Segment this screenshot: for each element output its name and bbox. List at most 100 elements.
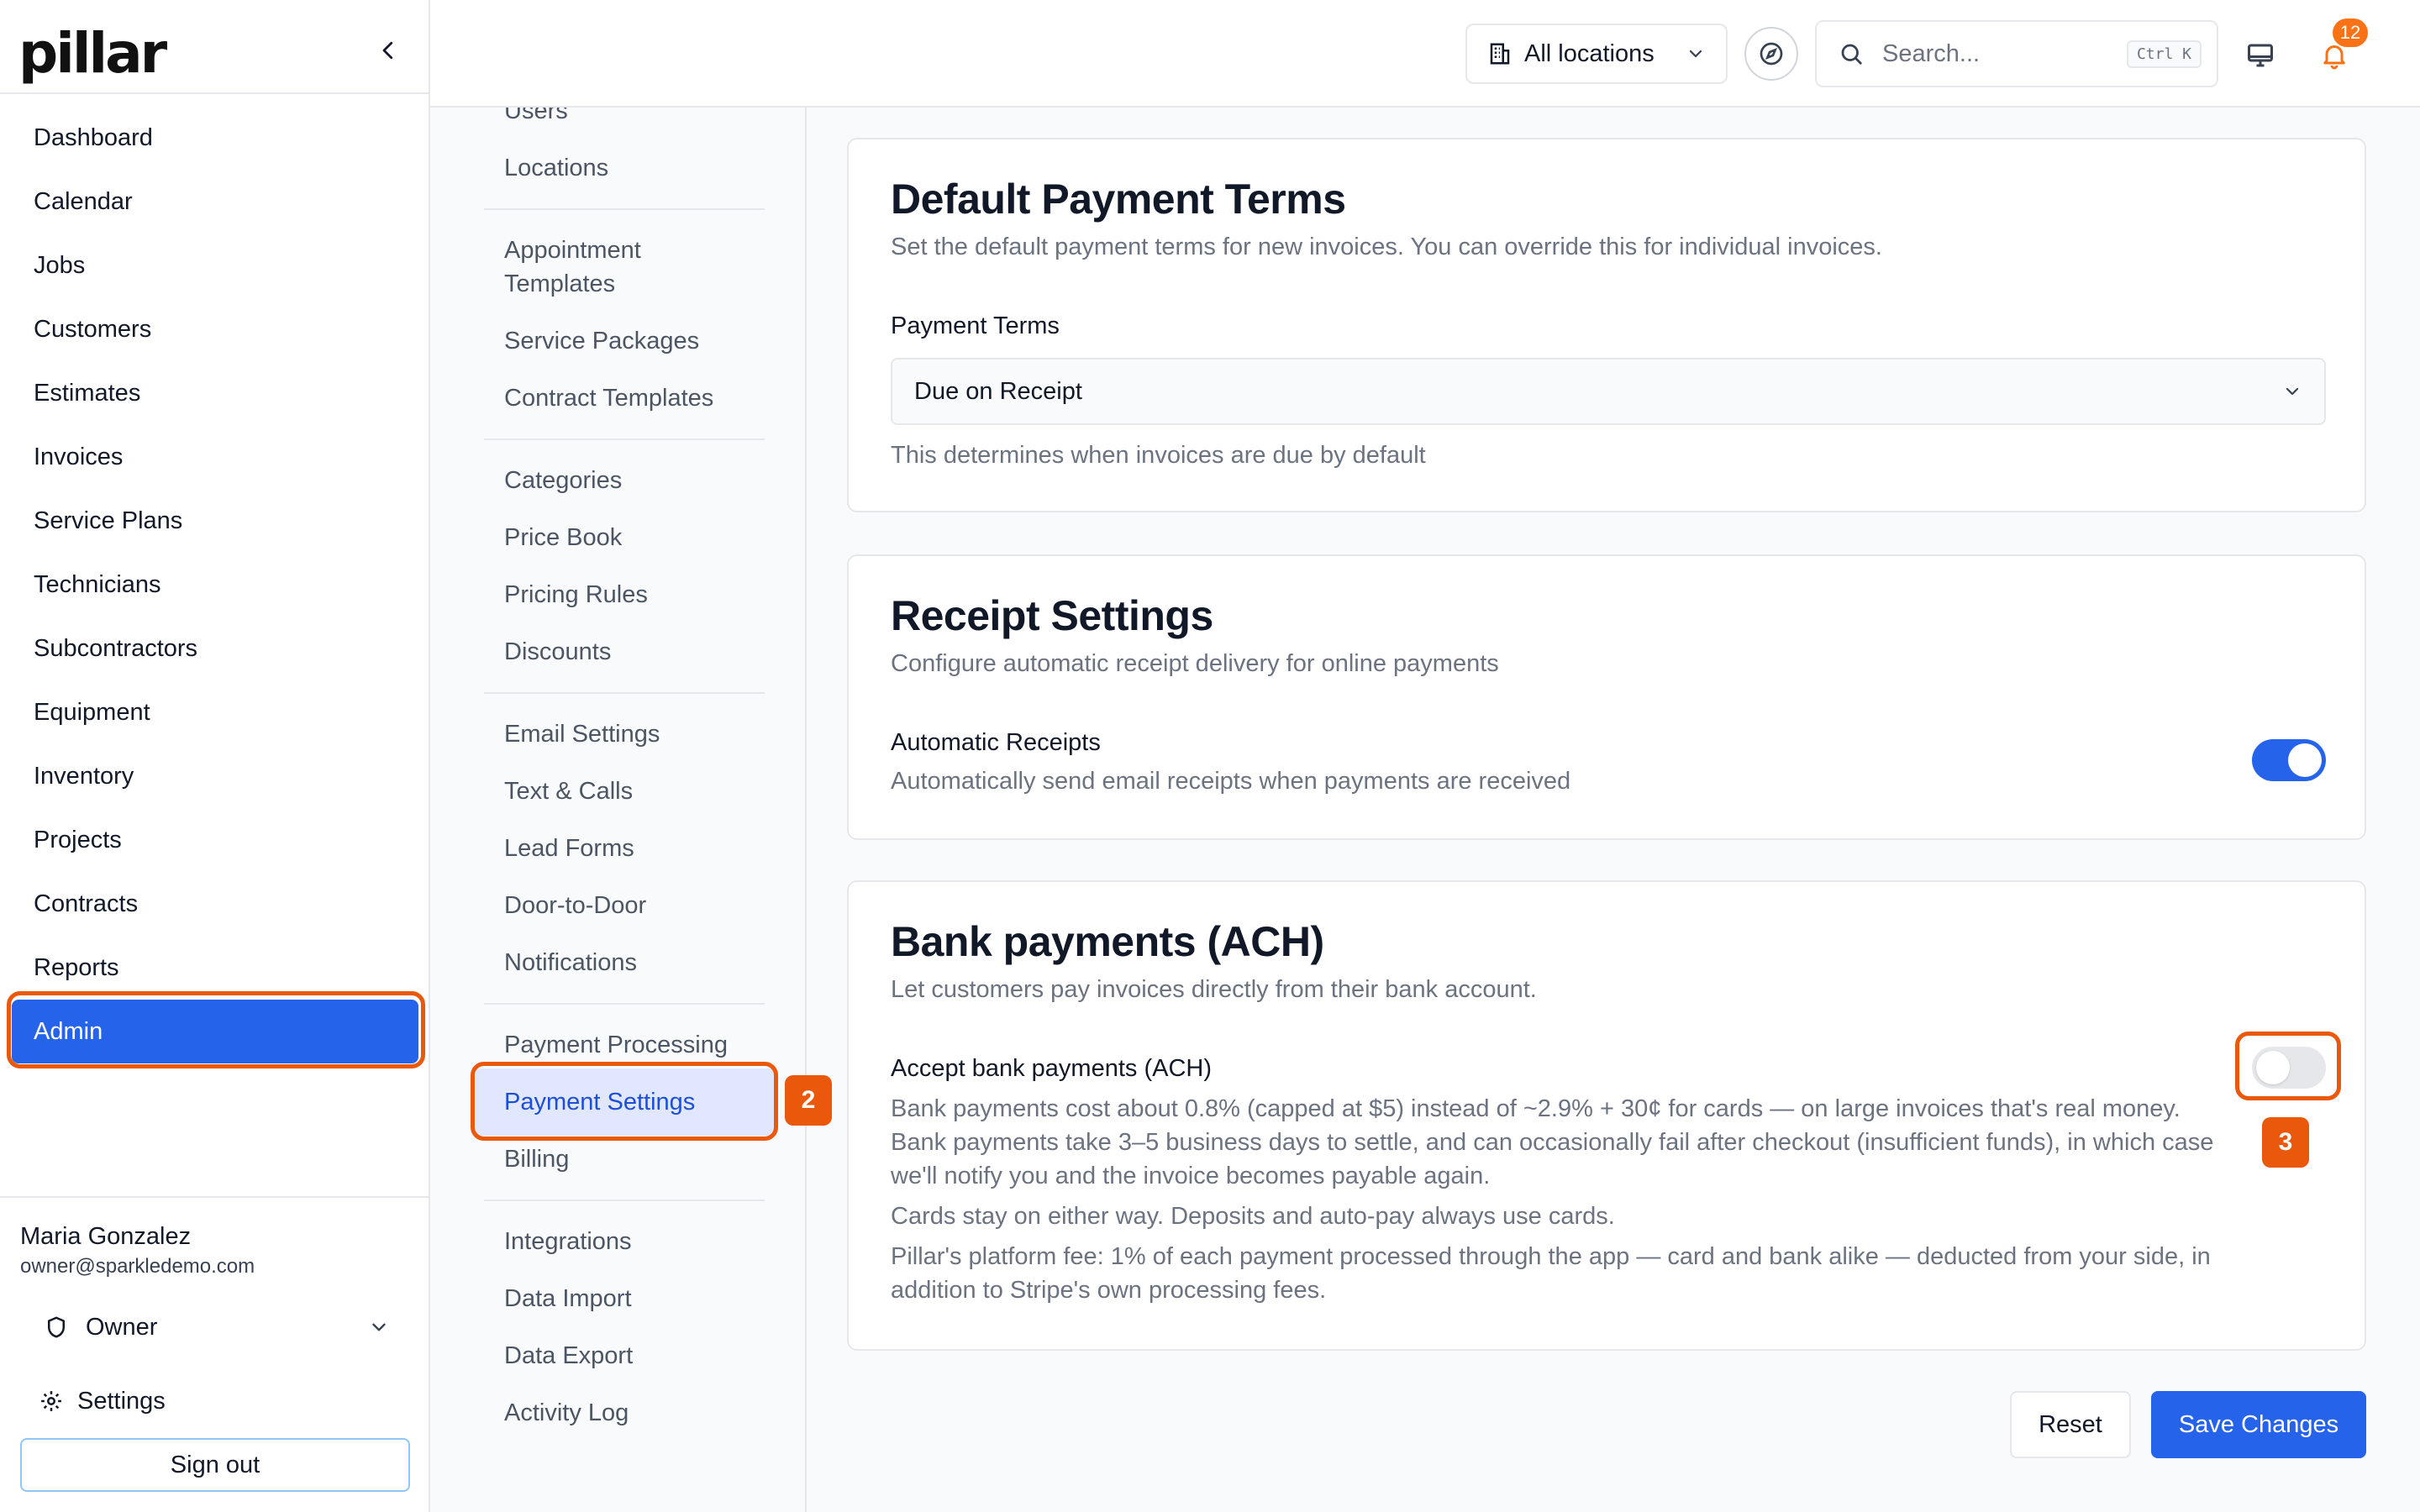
sidebar: pillar Dashboard Calendar Jobs Customers… [0,0,430,1512]
divider [484,692,765,694]
card-title: Bank payments (ACH) [891,918,1324,965]
chevron-left-icon [382,41,393,60]
admin-submenu: Users Locations Appointment Templates Se… [430,108,807,1512]
automatic-receipts-label: Automatic Receipts [891,729,1101,756]
ach-cost-info: Bank payments cost about 0.8% (capped at… [891,1095,2214,1189]
submenu-item-data-export[interactable]: Data Export [504,1339,633,1373]
accept-ach-label: Accept bank payments (ACH) [891,1055,1212,1082]
location-selector[interactable]: All locations [1465,24,1728,84]
main-nav: Dashboard Calendar Jobs Customers Estima… [0,106,430,1063]
payment-terms-select[interactable]: Due on Receipt [891,358,2326,425]
submenu-item-pricing-rules[interactable]: Pricing Rules [504,578,648,612]
user-name: Maria Gonzalez [20,1223,192,1250]
building-icon [1490,43,1510,65]
payment-terms-value: Due on Receipt [914,377,1082,405]
search-shortcut: Ctrl K [2126,39,2202,68]
submenu-item-service-packages[interactable]: Service Packages [504,324,699,358]
sidebar-item-service-plans[interactable]: Service Plans [0,489,430,553]
divider [484,1003,765,1005]
pillar-logo[interactable]: pillar [18,24,167,84]
submenu-item-payment-processing[interactable]: Payment Processing [504,1028,728,1062]
sidebar-item-contracts[interactable]: Contracts [0,872,430,936]
card-description: Configure automatic receipt delivery for… [891,650,1499,677]
divider [484,208,765,210]
card-title: Receipt Settings [891,592,1213,639]
display-button[interactable] [2238,34,2282,77]
submenu-item-price-book[interactable]: Price Book [504,521,622,554]
settings-label: Settings [77,1387,166,1415]
sidebar-item-projects[interactable]: Projects [0,808,430,872]
submenu-item-data-import[interactable]: Data Import [504,1282,632,1315]
submenu-item-categories[interactable]: Categories [504,464,622,497]
submenu-item-activity-log[interactable]: Activity Log [504,1396,629,1430]
collapse-sidebar-button[interactable] [366,29,410,72]
annotation-highlight-payment-settings [471,1062,778,1141]
notification-count-badge: 12 [2333,18,2368,47]
automatic-receipts-help: Automatically send email receipts when p… [891,768,1571,795]
search-icon [1841,44,1862,65]
submenu-item-contract-templates[interactable]: Contract Templates [504,381,713,415]
monitor-icon [2248,44,2273,67]
explore-button[interactable] [1744,27,1798,81]
divider [484,438,765,440]
role-selector[interactable]: Owner [44,1307,390,1347]
sidebar-item-customers[interactable]: Customers [0,297,430,361]
submenu-item-billing[interactable]: Billing [504,1142,569,1176]
top-bar: All locations Ctrl K 12 [430,0,2420,108]
chevron-down-icon [1689,50,1702,58]
shield-icon [48,1316,65,1338]
divider [0,1196,430,1198]
gear-icon [41,1391,61,1411]
annotation-badge-2: 2 [785,1075,832,1126]
automatic-receipts-toggle[interactable] [2252,739,2326,781]
location-label: All locations [1524,39,1655,67]
sign-out-button[interactable]: Sign out [20,1438,410,1492]
payment-terms-label: Payment Terms [891,312,1060,339]
chevron-down-icon [2286,387,2299,396]
sidebar-item-technicians[interactable]: Technicians [0,553,430,617]
user-email: owner@sparkledemo.com [20,1255,255,1278]
submenu-item-locations[interactable]: Locations [504,151,608,185]
payment-terms-help: This determines when invoices are due by… [891,442,1426,469]
sidebar-item-inventory[interactable]: Inventory [0,744,430,808]
compass-icon [1760,42,1783,66]
toggle-knob [2288,743,2322,777]
ach-cards-info: Cards stay on either way. Deposits and a… [891,1203,1615,1230]
submenu-item-users[interactable]: Users [504,108,568,128]
sidebar-item-estimates[interactable]: Estimates [0,361,430,425]
card-title: Default Payment Terms [891,176,1346,223]
role-label: Owner [86,1313,158,1341]
sidebar-item-subcontractors[interactable]: Subcontractors [0,617,430,680]
sidebar-item-jobs[interactable]: Jobs [0,234,430,297]
submenu-item-text-calls[interactable]: Text & Calls [504,774,633,808]
card-description: Set the default payment terms for new in… [891,234,1882,260]
sidebar-item-dashboard[interactable]: Dashboard [0,106,430,170]
sidebar-item-calendar[interactable]: Calendar [0,170,430,234]
card-description: Let customers pay invoices directly from… [891,976,1537,1003]
reset-button[interactable]: Reset [2010,1391,2131,1458]
global-search[interactable]: Ctrl K [1815,20,2218,87]
divider [484,1200,765,1201]
annotation-highlight-admin [7,991,425,1068]
search-input[interactable] [1882,39,2126,68]
submenu-item-appointment-templates[interactable]: Appointment Templates [504,234,723,301]
sidebar-item-invoices[interactable]: Invoices [0,425,430,489]
receipt-settings-card: Receipt Settings Configure automatic rec… [847,554,2366,840]
settings-link[interactable]: Settings [39,1381,166,1421]
submenu-item-lead-forms[interactable]: Lead Forms [504,832,634,865]
annotation-highlight-ach-toggle [2235,1032,2341,1100]
divider [0,92,430,94]
annotation-badge-3: 3 [2262,1117,2309,1168]
submenu-item-integrations[interactable]: Integrations [504,1225,632,1258]
payment-terms-card: Default Payment Terms Set the default pa… [847,138,2366,512]
ach-platform-fee-info: Pillar's platform fee: 1% of each paymen… [891,1243,2211,1304]
submenu-item-email-settings[interactable]: Email Settings [504,717,660,751]
ach-card: Bank payments (ACH) Let customers pay in… [847,880,2366,1351]
chevron-down-icon [372,1323,386,1331]
submenu-item-discounts[interactable]: Discounts [504,635,611,669]
submenu-item-notifications[interactable]: Notifications [504,946,637,979]
submenu-item-door-to-door[interactable]: Door-to-Door [504,889,646,922]
sidebar-item-equipment[interactable]: Equipment [0,680,430,744]
save-changes-button[interactable]: Save Changes [2151,1391,2366,1458]
sidebar-item-reports[interactable]: Reports [0,936,430,1000]
